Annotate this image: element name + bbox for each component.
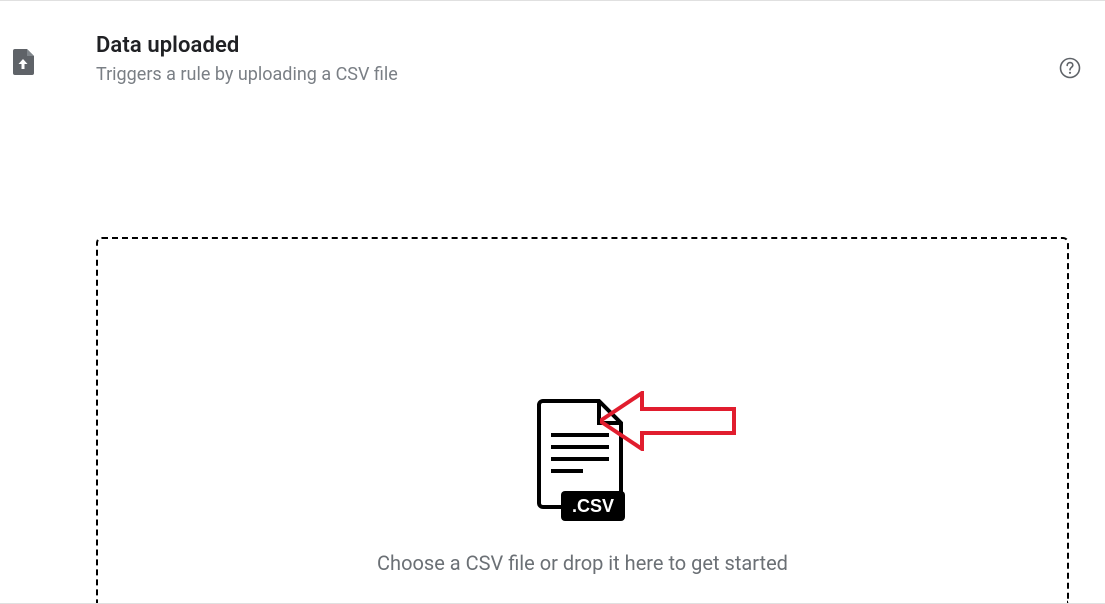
csv-ext-label: .CSV <box>572 496 614 516</box>
help-button[interactable] <box>1059 57 1081 79</box>
csv-dropzone[interactable]: .CSV Choose a CSV file or drop it here t… <box>96 237 1069 603</box>
header-text: Data uploaded Triggers a rule by uploadi… <box>96 33 398 85</box>
dropzone-content: .CSV Choose a CSV file or drop it here t… <box>377 399 788 575</box>
page: Data uploaded Triggers a rule by uploadi… <box>0 1 1105 603</box>
help-icon <box>1059 57 1081 79</box>
page-subtitle: Triggers a rule by uploading a CSV file <box>96 64 398 85</box>
dropzone-instruction: Choose a CSV file or drop it here to get… <box>377 551 788 575</box>
page-title: Data uploaded <box>96 33 398 58</box>
csv-file-icon: .CSV <box>537 399 627 529</box>
file-upload-icon <box>12 49 34 75</box>
